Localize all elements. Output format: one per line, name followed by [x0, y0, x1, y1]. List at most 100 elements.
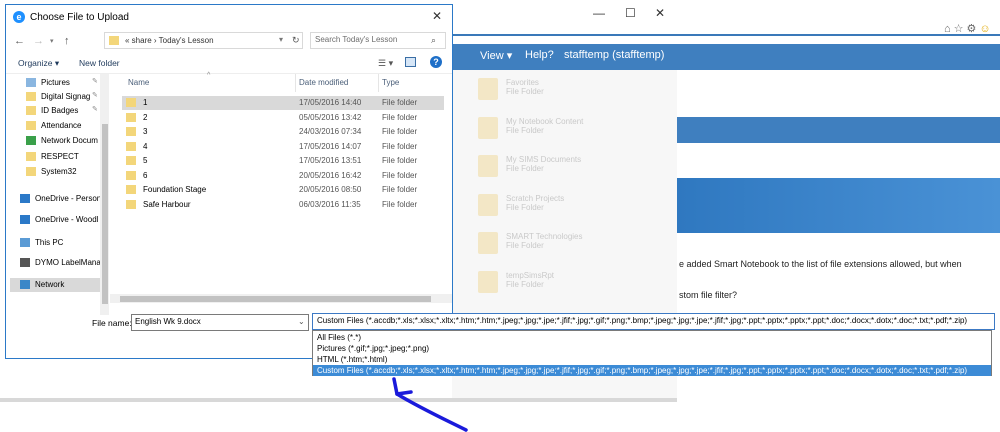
- site-folder-type: File Folder: [506, 241, 544, 250]
- folder-icon: [26, 167, 36, 176]
- site-folder-tile[interactable]: Favorites File Folder: [474, 74, 674, 104]
- chevron-down-icon[interactable]: ⌄: [298, 317, 305, 326]
- user-menu[interactable]: stafftemp (stafftemp): [564, 49, 664, 61]
- nav-item[interactable]: ID Badges ✎: [10, 104, 102, 118]
- file-row[interactable]: Safe Harbour 06/03/2016 11:35 File folder: [122, 198, 444, 212]
- chevron-down-icon[interactable]: ▾: [279, 35, 283, 44]
- pin-icon[interactable]: ✎: [92, 91, 98, 99]
- column-separator[interactable]: [295, 74, 296, 92]
- browser-titlebar: — ☐ ✕: [450, 0, 1000, 34]
- nav-item[interactable]: RESPECT: [10, 150, 102, 164]
- sort-indicator-icon: ^: [207, 72, 211, 79]
- column-separator[interactable]: [378, 74, 379, 92]
- file-type-option[interactable]: All Files (*.*): [313, 332, 991, 343]
- file-name: 3: [143, 127, 148, 136]
- close-icon[interactable]: ✕: [655, 6, 665, 20]
- folder-icon: [478, 78, 498, 100]
- maximize-icon[interactable]: ☐: [625, 6, 636, 20]
- file-name: Foundation Stage: [143, 185, 207, 194]
- site-folder-tile[interactable]: My SIMS Documents File Folder: [474, 151, 674, 181]
- nav-item[interactable]: Attendance: [10, 119, 102, 133]
- file-type-selected: Custom Files (*.accdb;*.xls;*.xlsx;*.xlt…: [317, 316, 968, 325]
- pin-icon[interactable]: ✎: [92, 77, 98, 85]
- horizontal-scrollbar-thumb[interactable]: [120, 296, 431, 302]
- minimize-icon[interactable]: —: [593, 6, 605, 20]
- folder-icon: [20, 258, 30, 267]
- file-row[interactable]: 5 17/05/2016 13:51 File folder: [122, 154, 444, 168]
- filename-label: File name:: [92, 318, 132, 328]
- help-menu[interactable]: Help?: [525, 49, 554, 61]
- file-row[interactable]: 1 17/05/2016 14:40 File folder: [122, 96, 444, 110]
- file-row[interactable]: 6 20/05/2016 16:42 File folder: [122, 169, 444, 183]
- site-folder-type: File Folder: [506, 164, 544, 173]
- nav-item[interactable]: OneDrive - Woodl: [10, 213, 102, 227]
- file-type-select[interactable]: Custom Files (*.accdb;*.xls;*.xlsx;*.xlt…: [312, 313, 995, 330]
- file-row[interactable]: Foundation Stage 20/05/2016 08:50 File fol…: [122, 183, 444, 197]
- file-name: 2: [143, 112, 148, 122]
- folder-icon: [478, 116, 498, 139]
- file-date: 06/03/2016 11:35: [299, 199, 361, 209]
- nav-item[interactable]: Digital Signag ✎: [10, 90, 102, 104]
- file-name: 4: [143, 141, 148, 151]
- filename-field[interactable]: ⌄: [131, 314, 309, 331]
- file-type-option[interactable]: HTML (*.htm;*.html): [313, 354, 991, 365]
- search-box[interactable]: ⌕: [310, 32, 446, 49]
- nav-item[interactable]: Pictures ✎: [10, 76, 102, 90]
- site-folder-tile[interactable]: Scratch Projects File Folder: [474, 190, 674, 220]
- search-icon[interactable]: ⌕: [431, 35, 436, 46]
- file-row[interactable]: 3 24/03/2016 07:34 File folder: [122, 125, 444, 139]
- forward-icon[interactable]: →: [33, 35, 44, 47]
- folder-icon: [20, 215, 30, 224]
- filename-input[interactable]: [135, 317, 290, 326]
- site-folder-tile[interactable]: tempSimsRpt File Folder: [474, 267, 674, 297]
- search-input[interactable]: [315, 35, 427, 44]
- back-icon[interactable]: ←: [14, 35, 25, 47]
- new-folder-button[interactable]: New folder: [79, 58, 120, 68]
- dialog-title: Choose File to Upload: [30, 12, 129, 23]
- file-name: 5: [143, 156, 148, 165]
- site-folder-tile[interactable]: My Notebook Content File Folder: [474, 113, 674, 143]
- organize-button[interactable]: Organize ▾: [18, 58, 59, 69]
- nav-item[interactable]: Network: [10, 278, 102, 292]
- site-folder-name: Favorites: [506, 78, 539, 87]
- nav-item-label: Network Docum: [41, 136, 98, 145]
- nav-item[interactable]: Network Docum: [10, 134, 102, 148]
- site-folder-type: File Folder: [506, 279, 544, 289]
- file-date: 17/05/2016 14:40: [299, 98, 362, 107]
- nav-item-label: OneDrive - Woodl: [35, 215, 99, 224]
- folder-icon: [478, 232, 498, 254]
- nav-item[interactable]: System32: [10, 165, 102, 179]
- nav-item[interactable]: DYMO LabelMana: [10, 256, 102, 270]
- file-row[interactable]: 4 17/05/2016 14:07 File folder: [122, 140, 444, 154]
- column-name[interactable]: Name: [128, 78, 149, 87]
- nav-item[interactable]: This PC: [10, 236, 102, 250]
- folder-icon: [126, 170, 136, 180]
- preview-pane-icon[interactable]: [405, 57, 416, 67]
- help-icon[interactable]: ?: [430, 56, 442, 68]
- folder-icon: [26, 121, 36, 130]
- folder-icon: [26, 136, 36, 145]
- site-folder-name: My SIMS Documents: [506, 155, 582, 164]
- recent-chevron-icon[interactable]: ▾: [50, 37, 54, 45]
- nav-item[interactable]: OneDrive - Person: [10, 192, 102, 206]
- site-folder-tile[interactable]: SMART Technologies File Folder: [474, 228, 674, 258]
- view-options-icon[interactable]: ☰ ▾: [378, 58, 393, 69]
- folder-icon: [126, 141, 136, 151]
- address-bar: ← → ▾ ↑ « share › Today's Lesson ▾ ↻ ⌕: [6, 30, 452, 54]
- file-date: 17/05/2016 14:07: [299, 141, 362, 151]
- site-folder-type: File Folder: [506, 202, 544, 212]
- file-row[interactable]: 2 05/05/2016 13:42 File folder: [122, 111, 444, 125]
- refresh-icon[interactable]: ↻: [292, 35, 300, 46]
- view-menu[interactable]: View ▾: [480, 49, 512, 62]
- dialog-close-icon[interactable]: ✕: [432, 9, 442, 23]
- column-date-modified[interactable]: Date modified: [299, 78, 348, 87]
- up-icon[interactable]: ↑: [64, 35, 70, 47]
- column-type[interactable]: Type: [382, 78, 399, 87]
- file-type-option[interactable]: Pictures (*.gif;*.jpg;*.jpeg;*.png): [313, 343, 991, 354]
- pin-icon[interactable]: ✎: [92, 105, 98, 113]
- nav-scrollbar-thumb[interactable]: [102, 124, 108, 304]
- address-box[interactable]: « share › Today's Lesson ▾ ↻: [104, 32, 303, 49]
- file-type: File folder: [382, 156, 418, 165]
- nav-item-label: Attendance: [41, 121, 82, 130]
- nav-item-label: DYMO LabelMana: [35, 258, 101, 267]
